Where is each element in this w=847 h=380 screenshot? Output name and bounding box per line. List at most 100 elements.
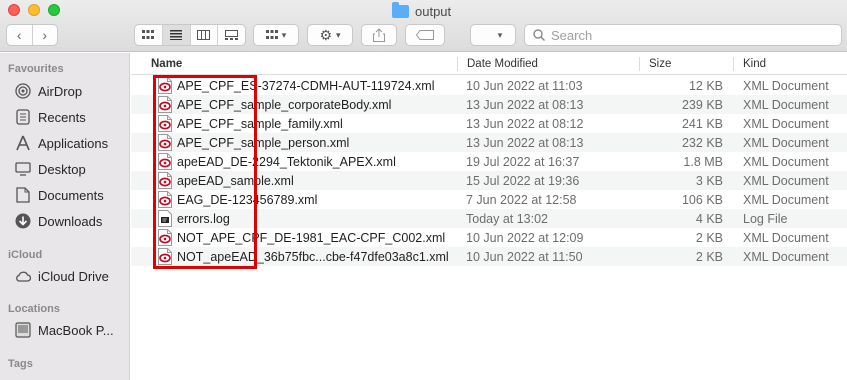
xml-file-icon [158,191,172,208]
file-list: Name Date Modified Size Kind APE_CPF_ES-… [131,53,847,380]
minimize-window-button[interactable] [28,4,40,16]
file-row[interactable]: APE_CPF_sample_corporateBody.xml 13 Jun 2… [131,95,847,114]
sidebar-item-label: MacBook P... [38,322,114,338]
sidebar-item-recents[interactable]: Recents [14,106,86,128]
file-size: 2 KB [695,249,723,264]
file-kind: XML Document [743,249,829,264]
file-size: 3 KB [695,173,723,188]
file-name: apeEAD_DE-2294_Tektonik_APEX.xml [177,154,396,169]
file-kind: XML Document [743,135,829,150]
sidebar-header-icloud: iCloud [8,249,43,261]
chevron-down-icon: ▾ [281,29,287,40]
view-mode-group [134,24,246,46]
file-name: APE_CPF_sample_corporateBody.xml [177,97,392,112]
sidebar: Favourites AirDrop Recents Applications … [0,53,130,380]
file-kind: XML Document [743,230,829,245]
file-size: 1.8 MB [683,154,723,169]
sidebar-item-downloads[interactable]: Downloads [14,210,102,232]
action-menu-button[interactable]: ⚙ ▾ [307,24,353,46]
file-size: 12 KB [688,78,723,93]
file-size: 232 KB [681,135,723,150]
chevron-down-icon: ▾ [497,29,503,40]
column-header-kind[interactable]: Kind [743,53,766,75]
file-row[interactable]: APE_CPF_ES-37274-CDMH-AUT-119724.xml 10 J… [131,76,847,95]
applications-icon [14,134,32,152]
column-separator[interactable] [457,57,458,71]
downloads-icon [14,212,32,230]
forward-button[interactable]: › [31,25,58,45]
share-button[interactable] [361,24,397,46]
file-date-modified: 10 Jun 2022 at 11:03 [466,78,583,93]
file-row[interactable]: APE_CPF_sample_family.xml 13 Jun 2022 at … [131,114,847,133]
path-dropdown-button[interactable]: ▾ [470,24,516,46]
file-date-modified: Today at 13:02 [466,211,549,226]
sidebar-item-desktop[interactable]: Desktop [14,158,86,180]
xml-file-icon [158,77,172,94]
window-title-text: output [415,3,452,19]
file-size: 241 KB [681,116,723,131]
gear-icon: ⚙ [319,26,333,43]
icon-view-button[interactable] [135,25,162,45]
search-icon [533,29,545,41]
sidebar-item-macbook[interactable]: MacBook P... [14,319,114,341]
laptop-icon [14,321,32,339]
file-name: errors.log [177,211,230,226]
sidebar-item-label: AirDrop [38,83,83,99]
file-size: 239 KB [681,97,723,112]
close-window-button[interactable] [8,4,20,16]
sidebar-item-airdrop[interactable]: AirDrop [14,80,82,102]
file-kind: XML Document [743,173,829,188]
file-date-modified: 13 Jun 2022 at 08:13 [466,135,584,150]
sidebar-header-locations: Locations [8,303,60,315]
file-date-modified: 7 Jun 2022 at 12:58 [466,192,577,207]
back-forward-group: ‹ › [6,24,58,46]
column-header-date[interactable]: Date Modified [467,53,538,75]
sidebar-item-label: Documents [38,187,104,203]
window-title: output [392,1,452,20]
file-kind: XML Document [743,116,829,131]
sidebar-item-icloud-drive[interactable]: iCloud Drive [14,265,109,287]
xml-file-icon [158,172,172,189]
sidebar-header-tags: Tags [8,358,33,370]
airdrop-icon [14,82,32,100]
file-date-modified: 15 Jul 2022 at 19:36 [466,173,580,188]
chevron-left-icon: ‹ [16,27,22,43]
gallery-view-button[interactable] [217,25,245,45]
back-button[interactable]: ‹ [7,25,32,45]
column-header-name[interactable]: Name [151,53,182,75]
list-view-button[interactable] [161,25,190,45]
column-header-row: Name Date Modified Size Kind [131,53,847,75]
file-row[interactable]: NOT_APE_CPF_DE-1981_EAC-CPF_C002.xml 10 J… [131,228,847,247]
sidebar-item-applications[interactable]: Applications [14,132,108,154]
zoom-window-button[interactable] [48,4,60,16]
icon-grid-icon [142,30,155,39]
file-kind: XML Document [743,192,829,207]
documents-icon [14,186,32,204]
file-row[interactable]: NOT_apeEAD_36b75fbc...cbe-f47dfe03a8c1.x… [131,247,847,266]
cloud-icon [14,267,32,285]
file-row[interactable]: apeEAD_DE-2294_Tektonik_APEX.xml 19 Jul 2… [131,152,847,171]
file-row[interactable]: apeEAD_sample.xml 15 Jul 2022 at 19:36 3 K… [131,171,847,190]
file-row[interactable]: EAG_DE-123456789.xml 7 Jun 2022 at 12:58 1… [131,190,847,209]
group-by-button[interactable]: ▾ [253,24,299,46]
file-name: NOT_APE_CPF_DE-1981_EAC-CPF_C002.xml [177,230,446,245]
window-toolbar: output ‹ › ▾ ⚙ ▾ ▾ Search [0,0,847,52]
search-field[interactable]: Search [524,24,842,46]
column-view-button[interactable] [189,25,218,45]
column-separator[interactable] [639,57,640,71]
xml-file-icon [158,134,172,151]
file-name: APE_CPF_ES-37274-CDMH-AUT-119724.xml [177,78,435,93]
file-row[interactable]: APE_CPF_sample_person.xml 13 Jun 2022 at … [131,133,847,152]
edit-tags-button[interactable] [405,24,445,46]
file-kind: XML Document [743,154,829,169]
sidebar-header-favourites: Favourites [8,63,64,75]
column-header-size[interactable]: Size [649,53,671,75]
sidebar-item-documents[interactable]: Documents [14,184,104,206]
recents-icon [14,108,32,126]
folder-icon [392,1,409,18]
file-name: EAG_DE-123456789.xml [177,192,318,207]
file-date-modified: 13 Jun 2022 at 08:12 [466,116,584,131]
file-row[interactable]: errors.log Today at 13:02 4 KB Log File [131,209,847,228]
column-separator[interactable] [733,57,734,71]
file-size: 4 KB [695,211,723,226]
